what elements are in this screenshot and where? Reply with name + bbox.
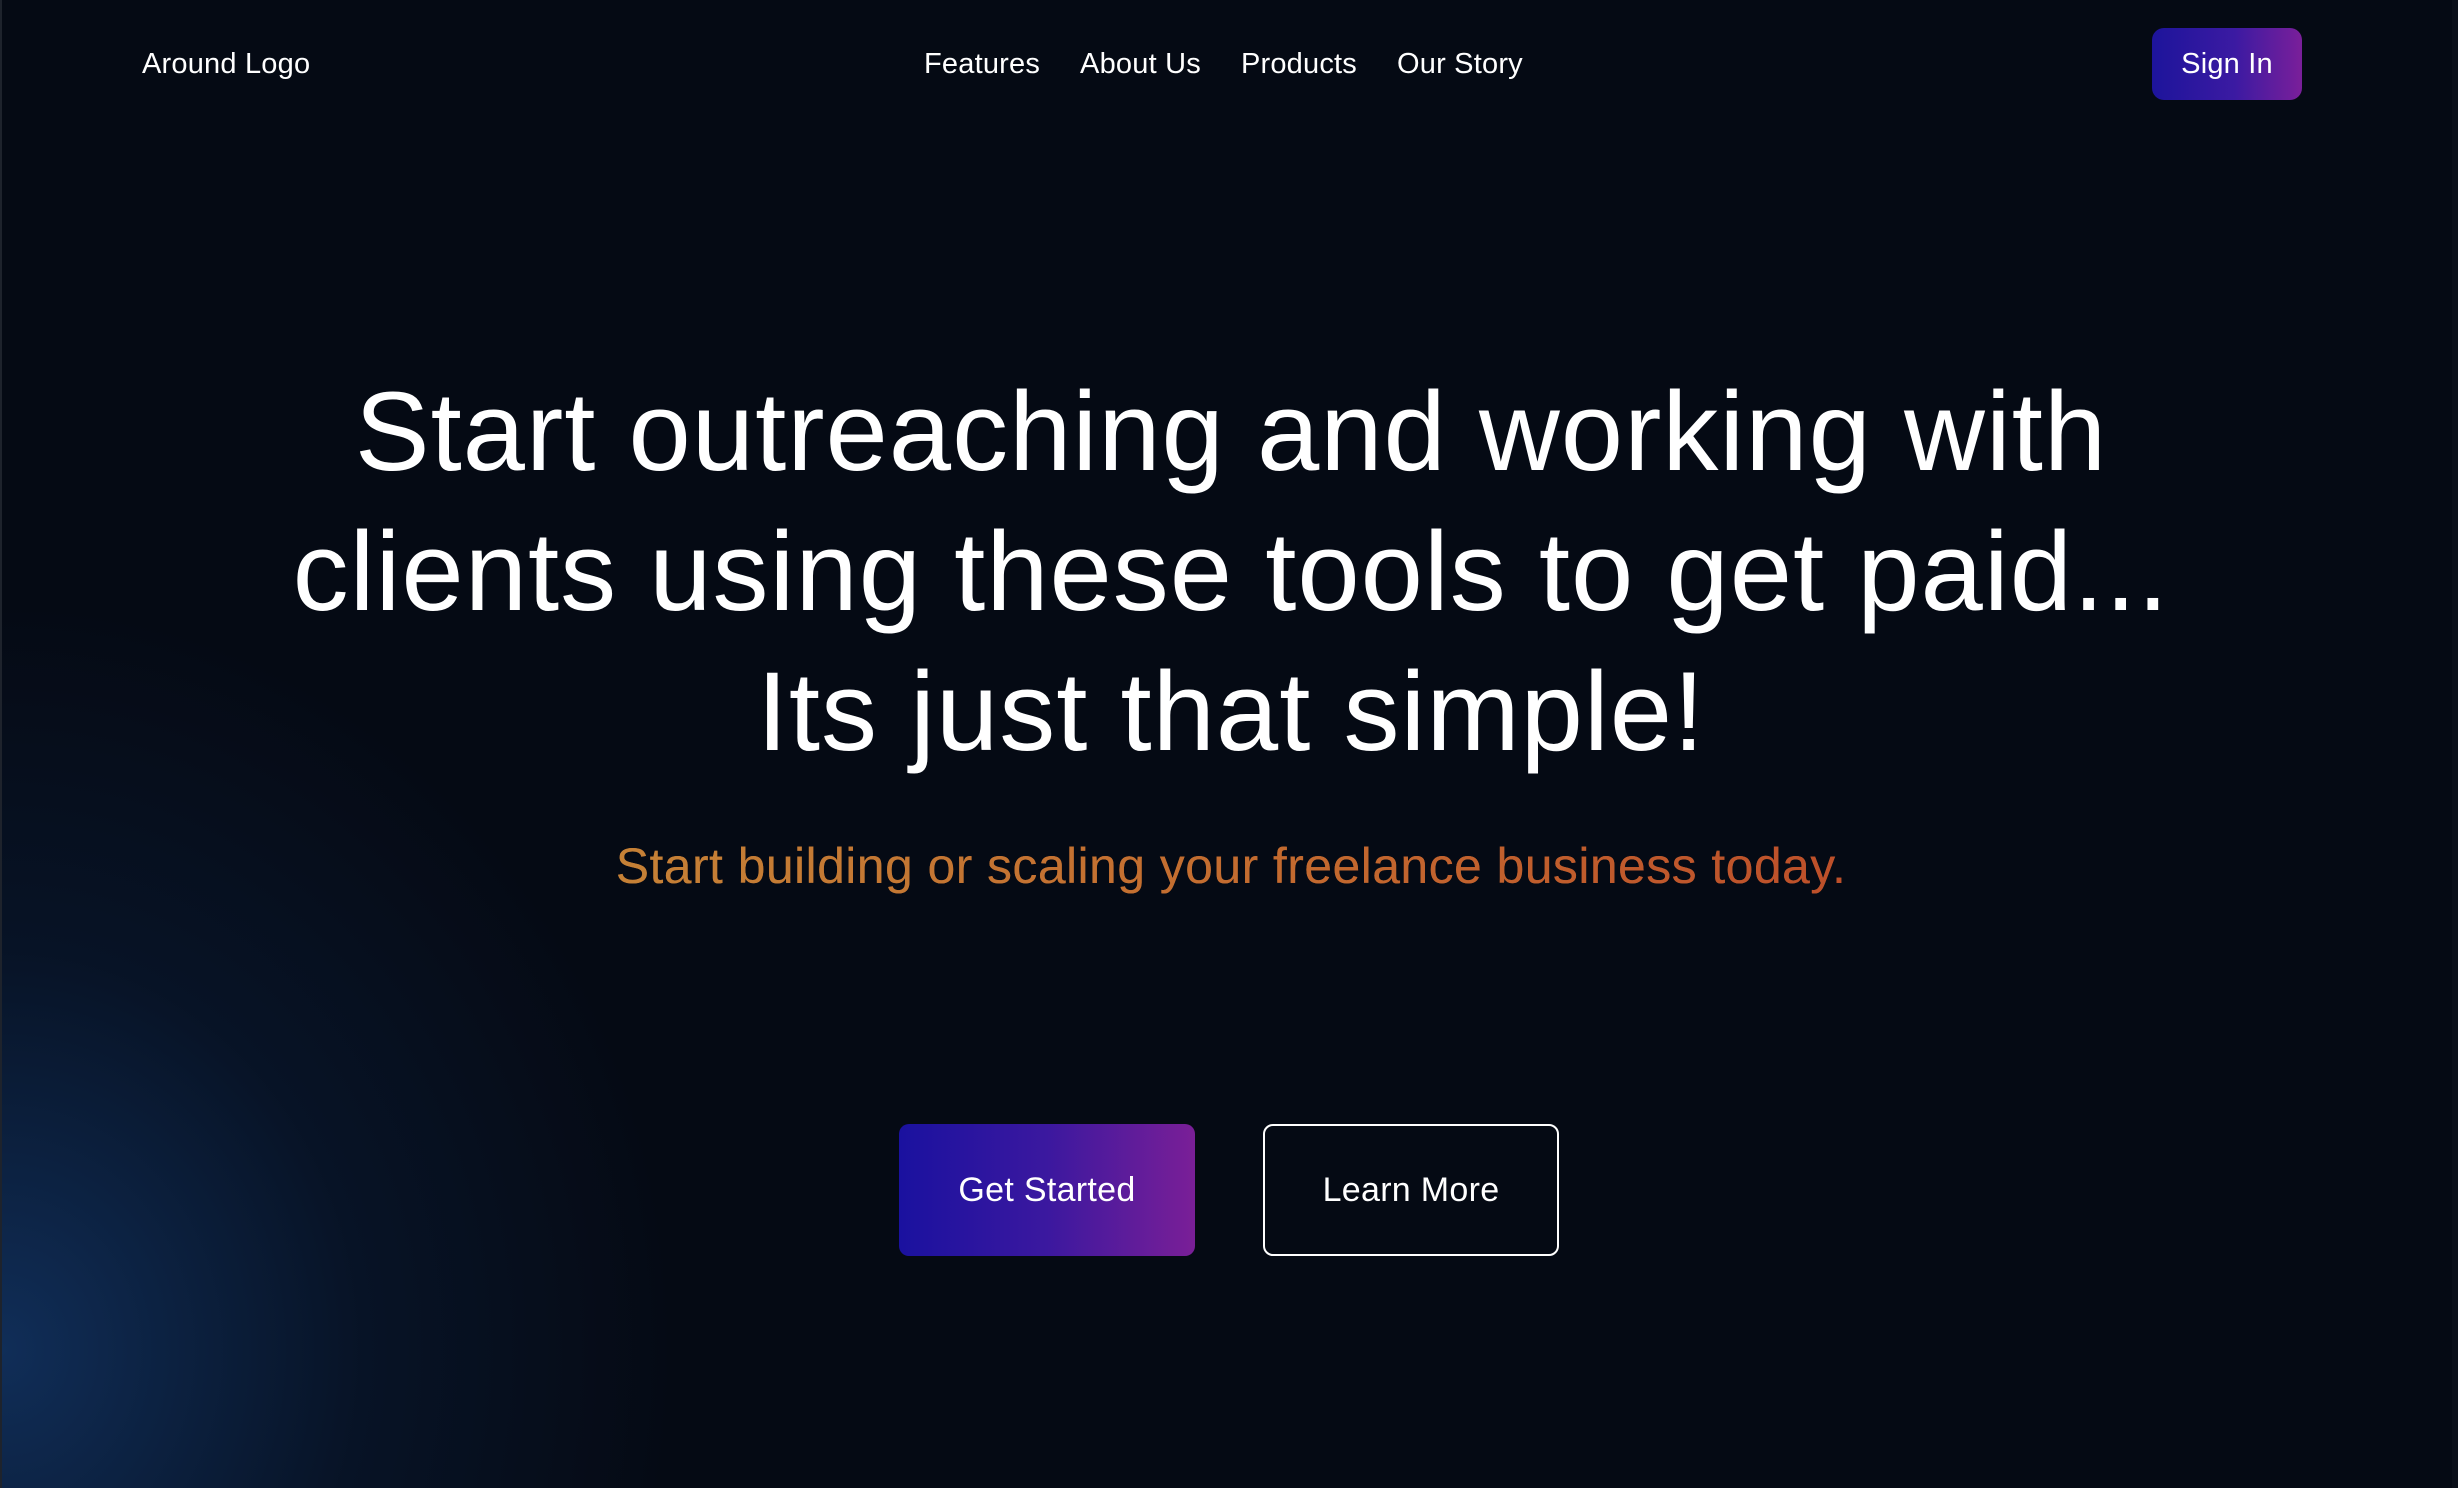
learn-more-button[interactable]: Learn More (1263, 1124, 1559, 1256)
landing-page: Around Logo Features About Us Products O… (0, 0, 2458, 1488)
nav-link-features[interactable]: Features (924, 44, 1040, 84)
hero-title-line-3: Its just that simple! (756, 649, 1706, 774)
nav-link-products[interactable]: Products (1241, 44, 1357, 84)
nav-links: Features About Us Products Our Story (924, 44, 1523, 84)
nav-link-our-story[interactable]: Our Story (1397, 44, 1523, 84)
hero-title-line-1: Start outreaching and working with (354, 369, 2108, 494)
sign-in-button[interactable]: Sign In (2152, 28, 2302, 100)
hero-subtitle-row: Start building or scaling your freelance… (2, 836, 2458, 896)
get-started-button[interactable]: Get Started (899, 1124, 1195, 1256)
window-edge (2452, 0, 2458, 1488)
nav-link-about-us[interactable]: About Us (1080, 44, 1201, 84)
hero-title: Start outreaching and working with clien… (2, 362, 2458, 782)
hero-title-line-2: clients using these tools to get paid... (292, 509, 2170, 634)
top-navigation: Around Logo Features About Us Products O… (2, 0, 2458, 128)
hero-subtitle: Start building or scaling your freelance… (615, 838, 1847, 894)
logo[interactable]: Around Logo (142, 44, 310, 84)
